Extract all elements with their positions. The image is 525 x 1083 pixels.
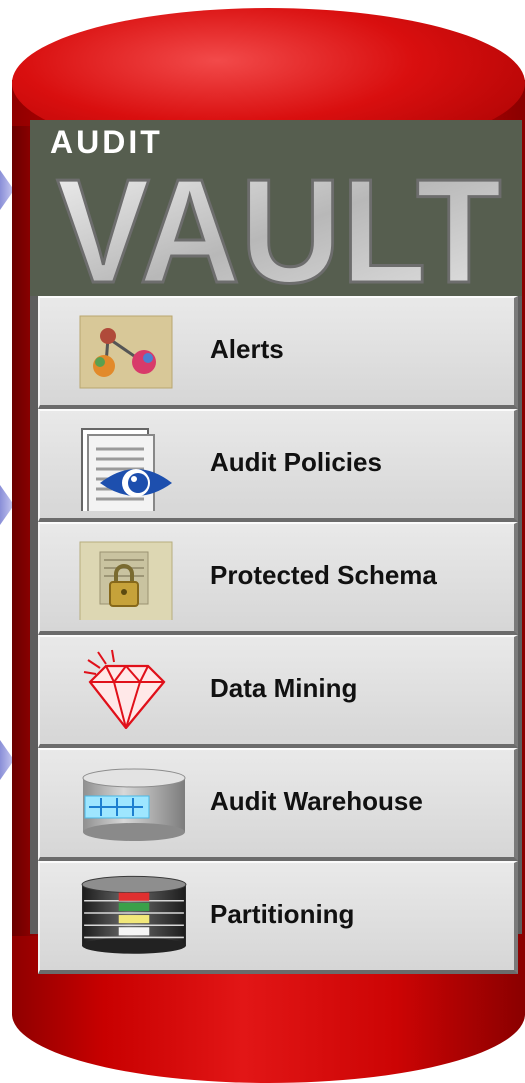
logo-vault-text: VAULT <box>57 160 502 296</box>
document-eye-icon <box>81 428 172 511</box>
menu-label-audit-warehouse: Audit Warehouse <box>210 786 423 816</box>
menu-label-alerts: Alerts <box>210 334 284 364</box>
audit-vault-logo: AUDIT VAULT <box>30 120 522 296</box>
menu-label-data-mining: Data Mining <box>210 673 358 703</box>
vault-panel: AUDIT VAULT Alerts Audit Policies Protec… <box>30 120 522 974</box>
database-cylinder-icon <box>82 768 186 841</box>
menu-label-audit-policies: Audit Policies <box>210 447 382 477</box>
menu-item-partitioning[interactable]: Partitioning <box>38 861 518 974</box>
vault-cylinder: AUDIT VAULT Alerts Audit Policies Protec… <box>0 0 525 1083</box>
menu-label-partitioning: Partitioning <box>210 899 355 929</box>
logo-vault-graphic: VAULT <box>55 160 503 296</box>
menu-item-audit-warehouse[interactable]: Audit Warehouse <box>38 748 518 861</box>
diamond-icon <box>83 649 166 729</box>
logo-audit-text: AUDIT <box>50 124 163 160</box>
menu-item-alerts[interactable]: Alerts <box>38 296 518 409</box>
menu-item-data-mining[interactable]: Data Mining <box>38 635 518 748</box>
menu-item-audit-policies[interactable]: Audit Policies <box>38 409 518 522</box>
menu-item-protected-schema[interactable]: Protected Schema <box>38 522 518 635</box>
menu-label-protected-schema: Protected Schema <box>210 560 437 590</box>
feature-menu: Alerts Audit Policies Protected Schema D… <box>30 296 522 974</box>
partitioned-database-icon <box>81 875 187 954</box>
padlock-icon <box>79 541 173 620</box>
alerts-icon <box>79 315 173 389</box>
